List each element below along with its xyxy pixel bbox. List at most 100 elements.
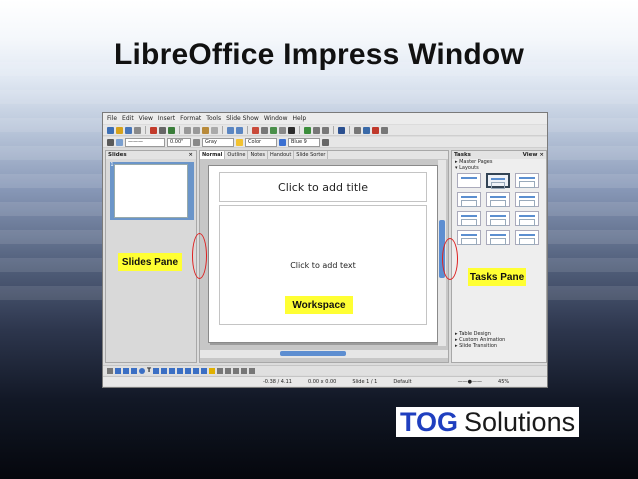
line-width-field[interactable]: 0.00" (167, 137, 191, 147)
table-icon[interactable] (261, 126, 268, 134)
stars-icon[interactable] (209, 367, 216, 374)
zoom-slider[interactable]: ——●—— (458, 379, 482, 385)
layout-option-1[interactable] (457, 173, 481, 188)
slide-thumbnail[interactable] (114, 164, 188, 218)
close-icon[interactable]: × (188, 151, 193, 159)
select-icon[interactable] (107, 367, 113, 374)
tab-handout[interactable]: Handout (268, 151, 295, 159)
layout-option-8[interactable] (486, 211, 510, 226)
movie-icon[interactable] (279, 126, 286, 134)
rectangle-tool-icon[interactable] (131, 367, 137, 374)
help-icon[interactable] (338, 126, 345, 134)
arrow-tool-icon[interactable] (123, 367, 129, 374)
area-color-select[interactable]: Blue 9 (288, 137, 320, 147)
layout-option-11[interactable] (486, 230, 510, 245)
open-icon[interactable] (116, 126, 123, 134)
more-icon[interactable] (381, 126, 388, 134)
layout-option-7[interactable] (457, 211, 481, 226)
layout-option-3[interactable] (515, 173, 539, 188)
text-tool-icon[interactable]: T (147, 367, 151, 374)
fontwork-gallery-icon[interactable] (233, 367, 240, 374)
callouts-icon[interactable] (201, 367, 208, 374)
line-icon[interactable] (107, 138, 114, 146)
symbol-shapes-icon[interactable] (177, 367, 184, 374)
print-icon[interactable] (159, 126, 166, 134)
points-icon[interactable] (217, 367, 224, 374)
zoom-icon[interactable] (322, 126, 329, 134)
impress-window: File Edit View Insert Format Tools Slide… (102, 112, 548, 388)
line-style-select[interactable]: ——— (125, 137, 165, 147)
shadow-icon[interactable] (322, 138, 329, 146)
shapes-tool-icon[interactable] (169, 367, 176, 374)
tab-normal[interactable]: Normal (200, 151, 226, 159)
from-file-icon[interactable] (241, 367, 248, 374)
curve-tool-icon[interactable] (153, 367, 160, 374)
close-icon[interactable]: × (539, 152, 544, 158)
connector-tool-icon[interactable] (161, 367, 168, 374)
area-style-select[interactable]: Color (245, 137, 277, 147)
task-slide-transition[interactable]: ▸ Slide Transition (452, 343, 546, 349)
glue-points-icon[interactable] (225, 367, 232, 374)
layout-option-10[interactable] (457, 230, 481, 245)
save-icon[interactable] (125, 126, 132, 134)
tasks-view-menu[interactable]: View (523, 152, 538, 158)
menu-help[interactable]: Help (293, 115, 307, 122)
horizontal-scrollbar[interactable] (200, 350, 448, 358)
clone-icon[interactable] (211, 126, 218, 134)
layout-option-4[interactable] (457, 192, 481, 207)
spellcheck-icon[interactable] (168, 126, 175, 134)
task-layouts[interactable]: ▾ Layouts (452, 165, 546, 171)
copy-icon[interactable] (193, 126, 200, 134)
slide-layout-icon[interactable] (363, 126, 370, 134)
title-placeholder[interactable]: Click to add title (219, 172, 427, 202)
layout-option-5[interactable] (486, 192, 510, 207)
menu-format[interactable]: Format (180, 115, 201, 122)
status-size: 0.00 x 0.00 (307, 378, 337, 385)
flowchart-icon[interactable] (193, 367, 200, 374)
line-color-select[interactable]: Gray (202, 137, 234, 147)
undo-icon[interactable] (227, 126, 234, 134)
display-icon[interactable] (354, 126, 361, 134)
gallery-icon[interactable] (313, 126, 320, 134)
layout-option-9[interactable] (515, 211, 539, 226)
tasks-pane: Tasks View × ▸ Master Pages ▾ Layouts ▸ … (451, 150, 547, 363)
pdf-icon[interactable] (150, 126, 157, 134)
menu-file[interactable]: File (107, 115, 117, 122)
menu-view[interactable]: View (139, 115, 153, 122)
ellipse-tool-icon[interactable] (139, 367, 145, 374)
redo-icon[interactable] (236, 126, 243, 134)
chart-icon[interactable] (252, 126, 259, 134)
status-slide: Slide 1 / 1 (352, 378, 378, 385)
image-icon[interactable] (270, 126, 277, 134)
menu-window[interactable]: Window (264, 115, 288, 122)
layout-option-2[interactable] (486, 173, 510, 189)
layout-option-12[interactable] (515, 230, 539, 245)
line-tool-icon[interactable] (115, 367, 121, 374)
menu-edit[interactable]: Edit (122, 115, 134, 122)
area-icon[interactable] (236, 138, 243, 146)
tab-slide-sorter[interactable]: Slide Sorter (294, 151, 329, 159)
line-fill-toolbar: ——— 0.00" Gray Color Blue 9 (103, 137, 547, 148)
new-icon[interactable] (107, 126, 114, 134)
tab-notes[interactable]: Notes (248, 151, 268, 159)
menu-tools[interactable]: Tools (206, 115, 221, 122)
area-color-swatch (279, 138, 286, 146)
slides-pane-header: Slides × (106, 151, 196, 159)
slide-thumbnail-selected[interactable]: 1 (110, 162, 194, 220)
paste-icon[interactable] (202, 126, 209, 134)
fontwork-icon[interactable] (288, 126, 295, 134)
navigator-icon[interactable] (304, 126, 311, 134)
tasks-pane-divider-highlight (442, 238, 458, 280)
mail-icon[interactable] (134, 126, 141, 134)
menu-slide-show[interactable]: Slide Show (226, 115, 259, 122)
arrow-style-icon[interactable] (116, 138, 123, 146)
layout-option-6[interactable] (515, 192, 539, 207)
layouts-grid (457, 173, 541, 245)
tab-outline[interactable]: Outline (225, 151, 249, 159)
slide-canvas[interactable]: Click to add title Click to add text (208, 165, 438, 343)
start-show-icon[interactable] (372, 126, 379, 134)
block-arrows-icon[interactable] (185, 367, 192, 374)
menu-insert[interactable]: Insert (158, 115, 175, 122)
extrusion-icon[interactable] (249, 367, 256, 374)
cut-icon[interactable] (184, 126, 191, 134)
